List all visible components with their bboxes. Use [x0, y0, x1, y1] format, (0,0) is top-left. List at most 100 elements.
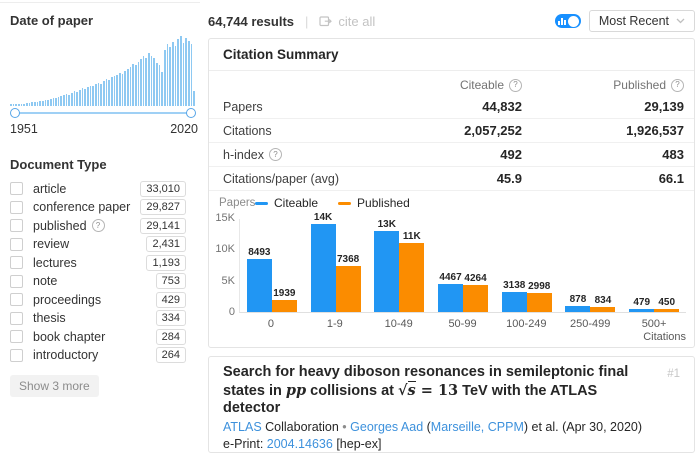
cite-all-button[interactable]: cite all	[319, 14, 375, 29]
doc-type-thesis[interactable]: thesis 334	[10, 310, 186, 326]
bar-citeable[interactable]	[629, 309, 655, 312]
checkbox[interactable]	[10, 311, 23, 325]
histogram-bar	[84, 89, 87, 106]
histogram-bar	[148, 53, 150, 106]
collaboration-link[interactable]: ATLAS	[223, 420, 262, 434]
histogram-bar	[156, 63, 158, 106]
checkbox[interactable]	[10, 274, 23, 288]
slider-handle-min[interactable]	[10, 108, 20, 118]
sort-dropdown[interactable]: Most Recent	[588, 10, 695, 32]
bar-published[interactable]	[654, 309, 680, 312]
checkbox[interactable]	[10, 348, 23, 362]
bar-citeable[interactable]	[565, 306, 591, 312]
bar-citeable[interactable]	[438, 284, 464, 312]
histogram-bar	[140, 59, 142, 106]
doc-type-count: 429	[155, 291, 186, 308]
cite-export-icon	[319, 15, 333, 26]
help-icon[interactable]: ?	[91, 219, 105, 232]
histogram-bar	[17, 104, 20, 106]
bar-citeable[interactable]	[501, 292, 527, 312]
bar-citeable[interactable]	[374, 231, 400, 312]
citation-summary-panel: Citation Summary Citeable ? Published ? …	[208, 38, 695, 348]
bar-published[interactable]	[335, 266, 361, 312]
histogram-bar	[49, 99, 52, 106]
bar-citeable[interactable]	[310, 224, 336, 312]
date-range-slider[interactable]	[10, 107, 196, 119]
document-type-title: Document Type	[10, 157, 107, 172]
legend-citeable[interactable]: Citeable	[255, 196, 318, 210]
doc-type-introductory[interactable]: introductory 264	[10, 347, 186, 363]
doc-type-proceedings[interactable]: proceedings 429	[10, 291, 186, 308]
help-icon[interactable]: ?	[671, 78, 684, 92]
doc-type-label: review	[33, 237, 70, 251]
histogram-bar	[153, 58, 156, 106]
histogram-bar	[145, 58, 148, 106]
doc-type-article[interactable]: article 33,010	[10, 180, 186, 197]
doc-type-review[interactable]: review 2,431	[10, 236, 186, 252]
bar-group-0: 8493 1939	[240, 247, 304, 312]
bar-published[interactable]	[463, 285, 489, 312]
result-title[interactable]: #1 Search for heavy diboson resonances in…	[223, 364, 680, 418]
doc-type-label: published	[33, 218, 87, 233]
y-tick: 5K	[221, 275, 235, 287]
doc-type-count: 753	[155, 273, 186, 289]
bar-value: 834	[594, 295, 612, 306]
bar-group-250-499: 878 834	[559, 294, 623, 312]
histogram-bar	[174, 46, 177, 106]
histogram-bar	[55, 98, 57, 106]
bar-group-100-249: 3138 2998	[495, 280, 559, 312]
histogram-bar	[185, 38, 187, 106]
author-link[interactable]: Georges Aad	[350, 420, 423, 434]
bar-published[interactable]	[526, 293, 552, 312]
checkbox[interactable]	[10, 200, 23, 214]
checkbox[interactable]	[10, 237, 23, 251]
help-icon[interactable]: ?	[509, 78, 522, 92]
date-range-max-label: 2020	[170, 122, 198, 136]
chevron-down-icon	[676, 18, 685, 24]
results-toolbar: 64,744 results | cite all Most Recent	[208, 10, 695, 32]
eprint-link[interactable]: 2004.14636	[267, 437, 333, 451]
col-published: Published ?	[522, 78, 684, 92]
doc-type-conference-paper[interactable]: conference paper 29,827	[10, 199, 186, 215]
doc-type-published[interactable]: published ? 29,141	[10, 217, 186, 234]
result-eprint: e-Print: 2004.14636 [hep-ex]	[223, 436, 382, 451]
y-axis-label: Papers	[219, 197, 256, 209]
doc-type-note[interactable]: note 753	[10, 273, 186, 289]
bar-published[interactable]	[399, 243, 425, 312]
summary-row-h-index: h-index? 492 483	[209, 142, 694, 166]
bar-published[interactable]	[271, 300, 297, 312]
doc-type-label: article	[33, 181, 67, 196]
citation-summary-title: Citation Summary	[209, 39, 694, 71]
histogram-bar	[124, 71, 126, 106]
histogram-bar	[31, 102, 33, 106]
checkbox[interactable]	[10, 182, 23, 195]
histogram-bar	[126, 69, 129, 106]
checkbox[interactable]	[10, 330, 23, 343]
doc-type-count: 29,141	[140, 217, 186, 234]
checkbox[interactable]	[10, 293, 23, 306]
histogram-bar	[10, 104, 12, 106]
toggle-knob	[568, 15, 580, 27]
checkbox[interactable]	[10, 219, 23, 232]
histogram-bar	[60, 96, 63, 106]
histogram-bar	[132, 64, 134, 106]
histogram-bar	[87, 87, 89, 106]
histogram-bar	[164, 50, 166, 106]
help-icon[interactable]: ?	[269, 148, 282, 161]
bar-citeable[interactable]	[246, 259, 272, 312]
bar-group-50-99: 4467 4264	[431, 272, 495, 312]
show-more-button[interactable]: Show 3 more	[10, 375, 99, 397]
histogram-bar	[81, 88, 84, 106]
histogram-bar	[28, 103, 31, 106]
affiliation-link[interactable]: Marseille, CPPM	[431, 420, 524, 434]
doc-type-lectures[interactable]: lectures 1,193	[10, 254, 186, 271]
slider-handle-max[interactable]	[186, 108, 196, 118]
histogram-bar	[63, 95, 65, 106]
citation-summary-toggle[interactable]	[554, 14, 581, 28]
legend-published[interactable]: Published	[338, 196, 410, 210]
date-facet-title: Date of paper	[10, 13, 94, 28]
legend-swatch-citeable	[255, 201, 268, 205]
doc-type-book-chapter[interactable]: book chapter 284	[10, 328, 186, 345]
checkbox[interactable]	[10, 256, 23, 269]
bar-published[interactable]	[590, 307, 616, 312]
